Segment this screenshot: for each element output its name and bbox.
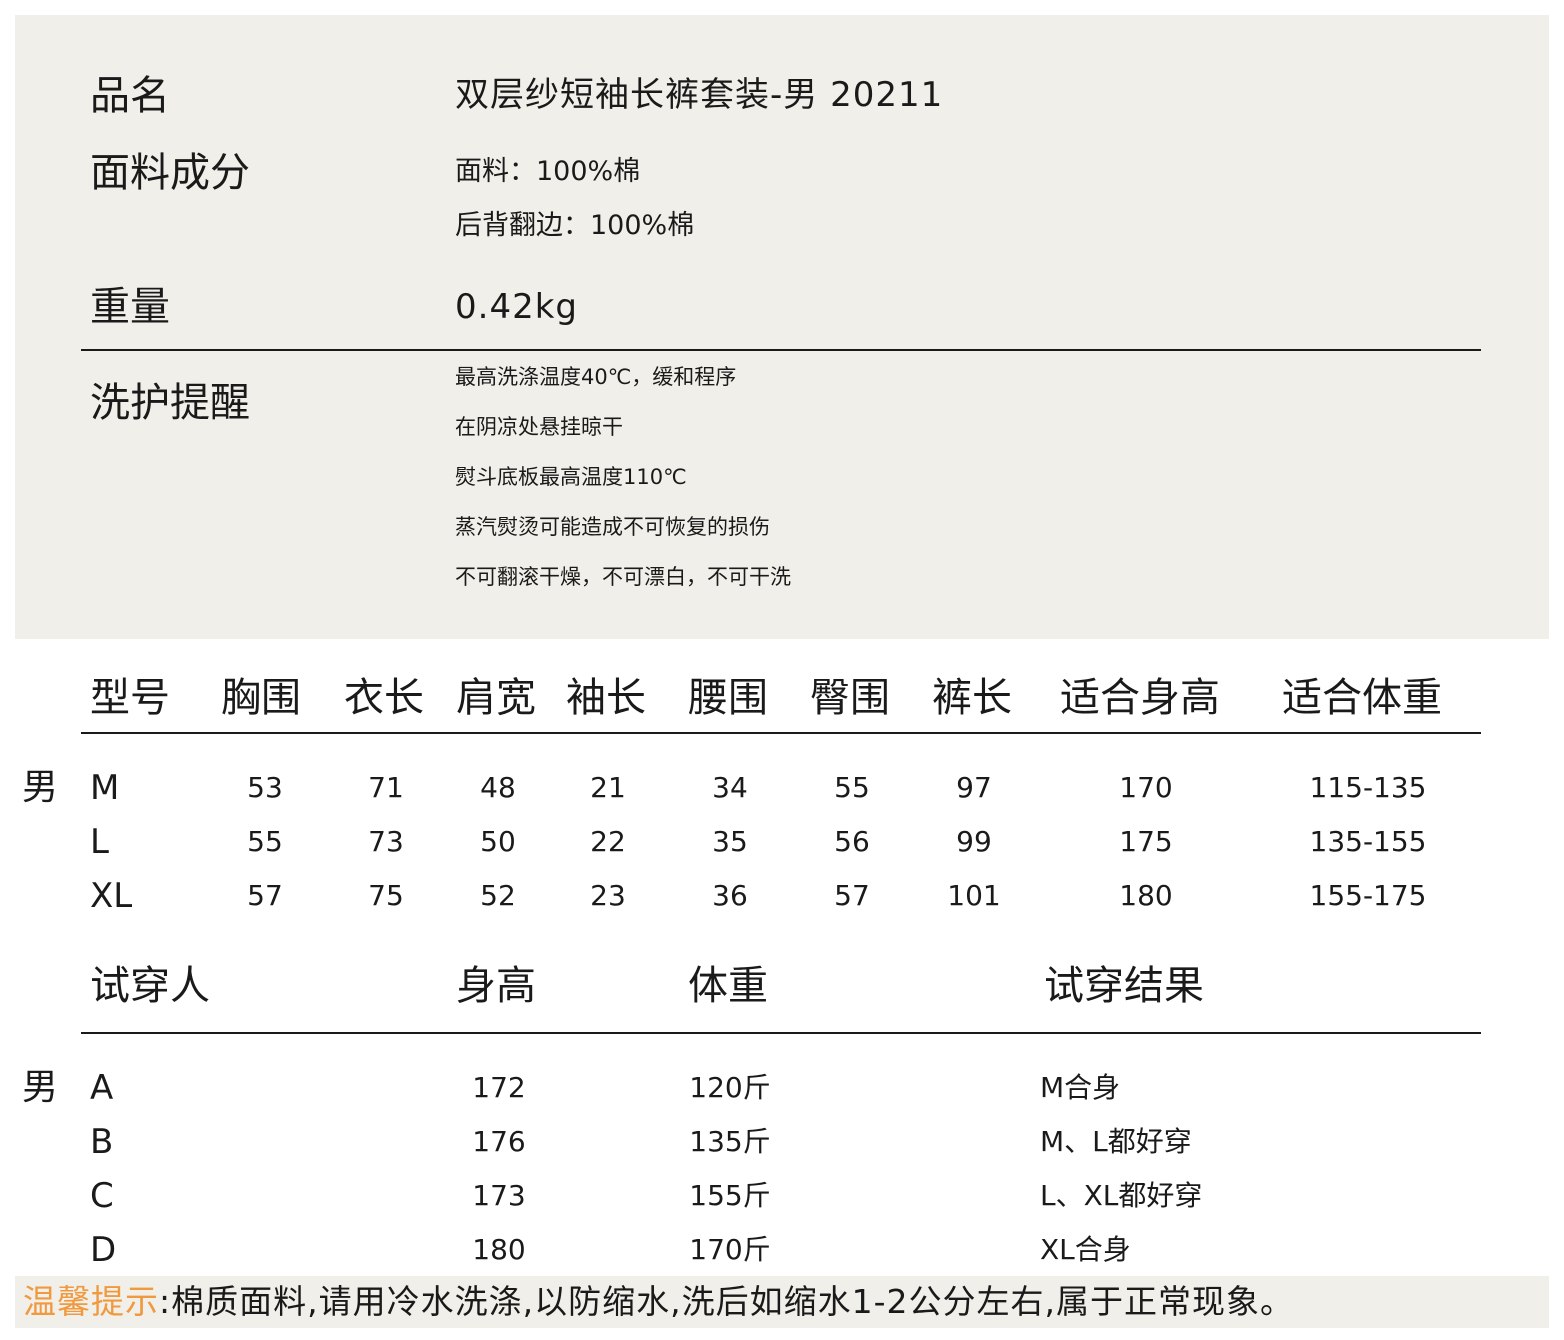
fabric-label: 面料成分 xyxy=(90,150,250,196)
care-line: 熨斗底板最高温度110℃ xyxy=(455,465,687,489)
size-cell: 48 xyxy=(480,771,516,804)
size-header-pants-length: 裤长 xyxy=(932,675,1012,721)
divider xyxy=(81,732,1481,734)
size-cell: 36 xyxy=(712,879,748,912)
fit-cell: 120斤 xyxy=(689,1071,771,1104)
size-gender: 男 xyxy=(22,767,59,808)
warm-tip-label: 温馨提示 xyxy=(23,1282,159,1321)
warm-tip: 温馨提示:棉质面料,请用冷水洗涤,以防缩水,洗后如缩水1-2公分左右,属于正常现… xyxy=(23,1282,1294,1322)
size-cell: 97 xyxy=(956,771,992,804)
care-line: 不可翻滚干燥，不可漂白，不可干洗 xyxy=(455,565,791,589)
size-code: L xyxy=(90,822,109,862)
fit-cell: M、L都好穿 xyxy=(1040,1125,1192,1158)
tester-id: D xyxy=(90,1230,117,1270)
size-cell: 23 xyxy=(590,879,626,912)
size-cell: 21 xyxy=(590,771,626,804)
size-cell: 35 xyxy=(712,825,748,858)
warm-tip-text: :棉质面料,请用冷水洗涤,以防缩水,洗后如缩水1-2公分左右,属于正常现象。 xyxy=(159,1282,1294,1321)
size-cell: 57 xyxy=(247,879,283,912)
size-header-weight: 适合体重 xyxy=(1282,675,1442,721)
size-cell: 55 xyxy=(247,825,283,858)
size-header-height: 适合身高 xyxy=(1060,675,1220,721)
product-name-value: 双层纱短袖长裤套装-男 20211 xyxy=(455,75,944,115)
size-code: M xyxy=(90,768,120,808)
size-header-model: 型号 xyxy=(90,675,170,721)
size-code: XL xyxy=(90,876,133,916)
warm-tip-bar: 温馨提示:棉质面料,请用冷水洗涤,以防缩水,洗后如缩水1-2公分左右,属于正常现… xyxy=(15,1276,1549,1328)
fit-header-tester: 试穿人 xyxy=(90,963,210,1009)
fit-cell: L、XL都好穿 xyxy=(1040,1179,1203,1212)
weight-label: 重量 xyxy=(90,284,170,330)
weight-value: 0.42kg xyxy=(455,287,578,327)
size-header-hip: 臀围 xyxy=(810,675,890,721)
fabric-line: 后背翻边：100%棉 xyxy=(455,210,695,241)
product-name-label: 品名 xyxy=(90,73,170,119)
size-cell: 175 xyxy=(1119,825,1173,858)
size-cell: 52 xyxy=(480,879,516,912)
tester-id: C xyxy=(90,1176,114,1216)
size-cell: 135-155 xyxy=(1309,825,1427,858)
fit-gender: 男 xyxy=(22,1067,59,1108)
size-cell: 22 xyxy=(590,825,626,858)
size-cell: 57 xyxy=(834,879,870,912)
fit-cell: 135斤 xyxy=(689,1125,771,1158)
size-cell: 170 xyxy=(1119,771,1173,804)
fit-cell: 170斤 xyxy=(689,1233,771,1266)
fit-header-result: 试穿结果 xyxy=(1044,963,1204,1009)
fit-header-weight: 体重 xyxy=(688,963,768,1009)
size-header-sleeve: 袖长 xyxy=(566,675,646,721)
fit-header-height: 身高 xyxy=(456,963,536,1009)
tester-id: A xyxy=(90,1068,114,1108)
size-cell: 115-135 xyxy=(1309,771,1427,804)
tester-id: B xyxy=(90,1122,114,1162)
care-line: 在阴凉处悬挂晾干 xyxy=(455,415,623,439)
fit-cell: 180 xyxy=(472,1233,526,1266)
fit-cell: 155斤 xyxy=(689,1179,771,1212)
size-cell: 101 xyxy=(947,879,1001,912)
size-cell: 56 xyxy=(834,825,870,858)
size-cell: 75 xyxy=(368,879,404,912)
size-cell: 34 xyxy=(712,771,748,804)
care-label: 洗护提醒 xyxy=(90,380,250,426)
size-cell: 99 xyxy=(956,825,992,858)
care-line: 蒸汽熨烫可能造成不可恢复的损伤 xyxy=(455,515,770,539)
size-cell: 180 xyxy=(1119,879,1173,912)
size-cell: 73 xyxy=(368,825,404,858)
size-cell: 71 xyxy=(368,771,404,804)
size-cell: 50 xyxy=(480,825,516,858)
fit-cell: 176 xyxy=(472,1125,526,1158)
fit-cell: M合身 xyxy=(1040,1071,1121,1104)
fit-cell: XL合身 xyxy=(1040,1233,1131,1266)
size-cell: 155-175 xyxy=(1309,879,1427,912)
size-header-shoulder: 肩宽 xyxy=(456,675,536,721)
divider xyxy=(81,349,1481,351)
size-header-length: 衣长 xyxy=(344,675,424,721)
size-header-chest: 胸围 xyxy=(221,675,301,721)
fit-cell: 173 xyxy=(472,1179,526,1212)
size-cell: 55 xyxy=(834,771,870,804)
fit-cell: 172 xyxy=(472,1071,526,1104)
fabric-line: 面料：100%棉 xyxy=(455,156,641,187)
size-cell: 53 xyxy=(247,771,283,804)
care-line: 最高洗涤温度40℃，缓和程序 xyxy=(455,365,737,389)
divider xyxy=(81,1032,1481,1034)
size-header-waist: 腰围 xyxy=(688,675,768,721)
